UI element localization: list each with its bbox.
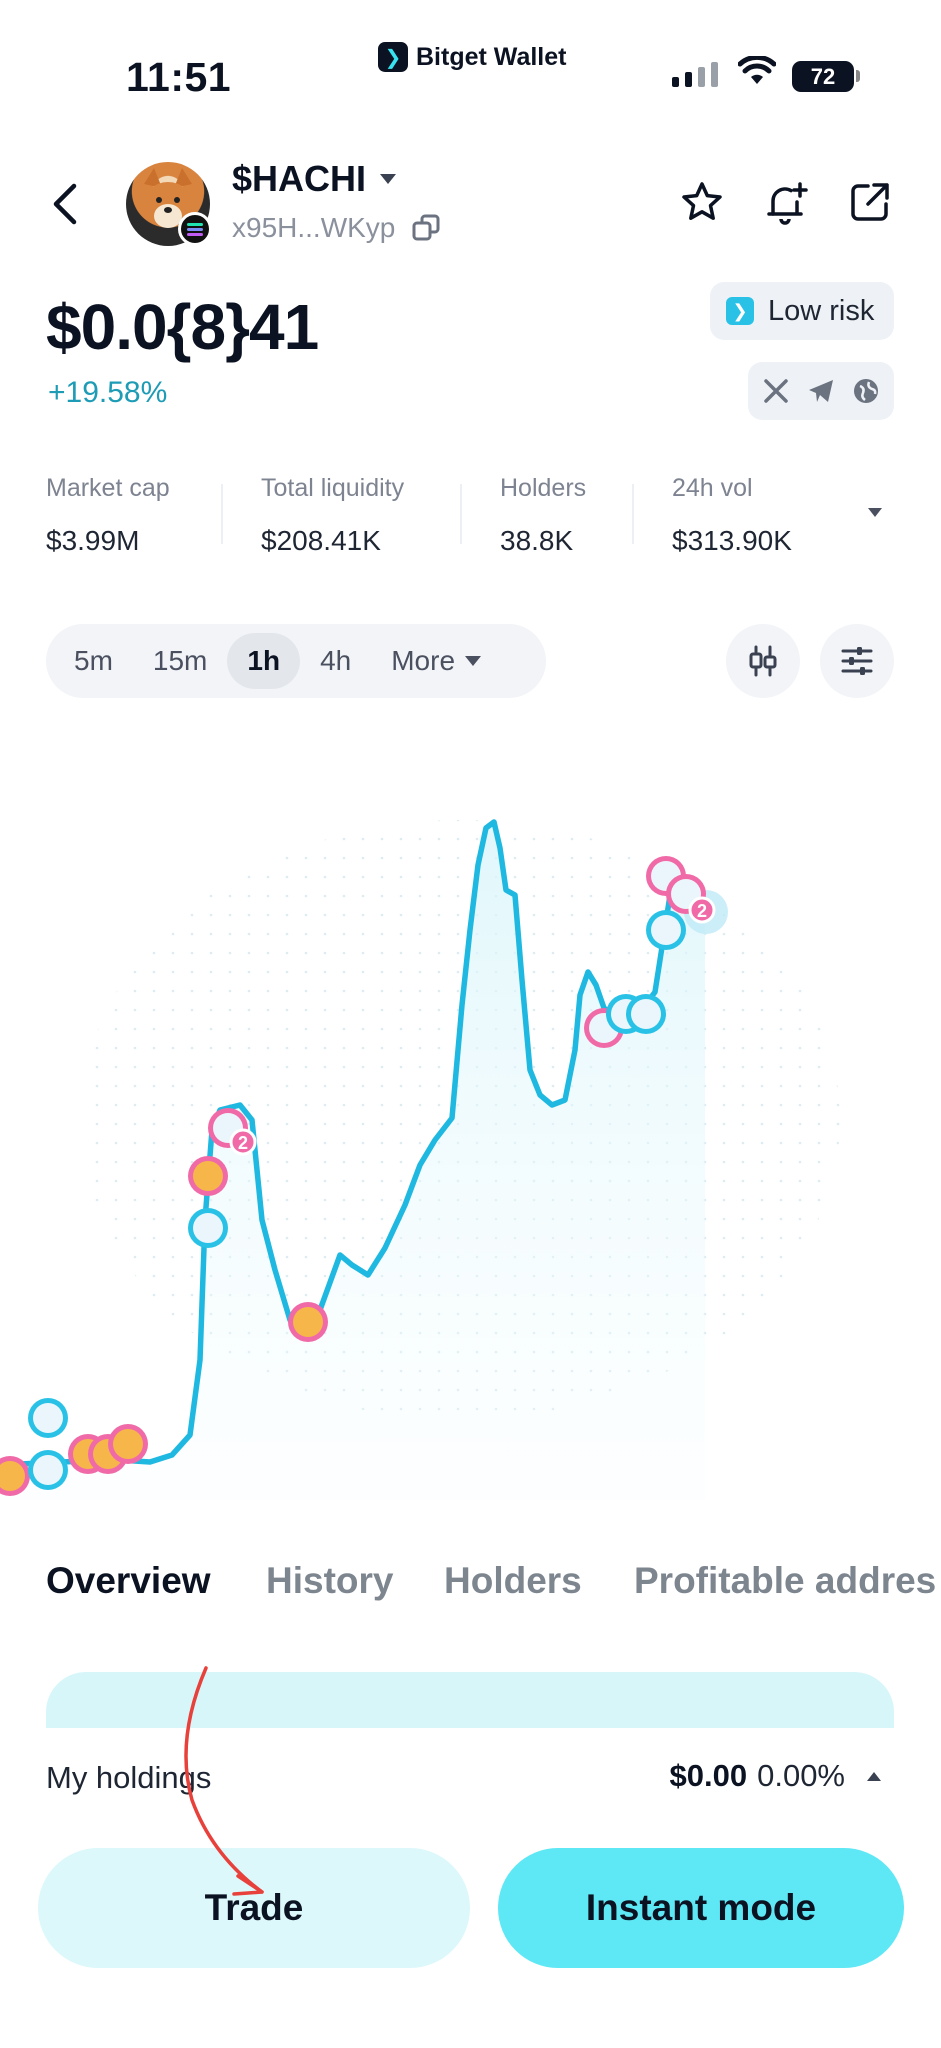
battery-icon: 72 xyxy=(792,61,854,92)
count-badge-label: 2 xyxy=(697,901,707,921)
interval-5m[interactable]: 5m xyxy=(54,633,133,689)
chevron-down-icon xyxy=(380,174,397,184)
buy-marker-icon xyxy=(28,1450,68,1490)
shield-check-icon: ❯ xyxy=(726,297,754,325)
instant-mode-button[interactable]: Instant mode xyxy=(498,1848,904,1968)
stat-label: Total liquidity xyxy=(261,474,405,502)
chevron-up-icon xyxy=(867,1771,881,1781)
sliders-icon xyxy=(841,647,873,675)
token-address: x95H...WKyp xyxy=(232,212,396,243)
star-icon[interactable] xyxy=(680,180,724,224)
holdings-summary[interactable]: $0.00 0.00% xyxy=(670,1758,881,1794)
add-alert-bell-icon[interactable] xyxy=(764,180,810,226)
bitget-logo-icon: ❯ xyxy=(378,42,408,72)
interval-more-label: More xyxy=(391,645,456,676)
holdings-label: My holdings xyxy=(46,1760,212,1795)
interval-15m[interactable]: 15m xyxy=(133,633,227,689)
interval-selector: 5m 15m 1h 4h More xyxy=(46,624,546,698)
social-links xyxy=(748,362,894,420)
chart-settings-button[interactable] xyxy=(820,624,894,698)
app-brand: ❯ Bitget Wallet xyxy=(378,42,566,72)
stat-market-cap: Market cap $3.99M xyxy=(46,474,170,557)
stat-total-liquidity: Total liquidity $208.41K xyxy=(261,474,404,557)
token-selector[interactable]: $HACHI xyxy=(232,158,397,200)
status-time: 11:51 xyxy=(126,54,232,100)
sell-marker-icon xyxy=(108,1424,148,1464)
app-brand-label: Bitget Wallet xyxy=(416,42,567,71)
token-price: $0.0{8}41 xyxy=(46,291,319,363)
price-chart[interactable]: 2 2 xyxy=(0,780,941,1500)
buy-marker-icon xyxy=(646,910,686,950)
sell-marker-icon xyxy=(288,1302,328,1342)
trade-button[interactable]: Trade xyxy=(38,1848,470,1968)
battery-level: 72 xyxy=(810,63,836,89)
share-icon[interactable] xyxy=(848,180,892,224)
telegram-icon[interactable] xyxy=(807,378,835,404)
expand-stats-icon[interactable] xyxy=(868,508,882,517)
stat-24h-vol: 24h vol $313.90K xyxy=(672,474,792,557)
token-address-row: x95H...WKyp xyxy=(232,212,441,244)
tab-holders[interactable]: Holders xyxy=(444,1560,582,1602)
buy-marker-icon xyxy=(626,994,666,1034)
stat-value: 38.8K xyxy=(500,525,574,556)
stat-label: Market cap xyxy=(46,474,170,502)
globe-icon[interactable] xyxy=(853,378,879,404)
stat-value: $208.41K xyxy=(261,525,381,556)
tab-overview[interactable]: Overview xyxy=(46,1560,211,1602)
count-badge: 2 xyxy=(688,896,716,924)
stat-holders: Holders 38.8K xyxy=(500,474,586,557)
buy-marker-icon xyxy=(188,1208,228,1248)
divider xyxy=(221,484,223,544)
back-arrow-icon[interactable] xyxy=(50,182,80,226)
interval-4h[interactable]: 4h xyxy=(300,633,371,689)
candlestick-toggle-button[interactable] xyxy=(726,624,800,698)
cellular-signal-icon xyxy=(672,62,718,87)
chevron-down-icon xyxy=(465,656,482,666)
stat-label: 24h vol xyxy=(672,474,753,502)
interval-more[interactable]: More xyxy=(371,633,501,689)
stat-value: $313.90K xyxy=(672,525,792,556)
wifi-icon xyxy=(738,56,776,84)
candlestick-icon xyxy=(749,645,777,677)
x-icon[interactable] xyxy=(763,378,789,404)
stat-label: Holders xyxy=(500,474,587,502)
price-change: +19.58% xyxy=(48,376,168,409)
stat-value: $3.99M xyxy=(46,525,140,556)
count-badge-label: 2 xyxy=(238,1133,248,1153)
tab-profitable-addresses[interactable]: Profitable addres xyxy=(634,1560,936,1602)
tab-history[interactable]: History xyxy=(266,1560,393,1602)
risk-badge[interactable]: ❯ Low risk xyxy=(710,282,895,340)
holdings-percent: 0.00% xyxy=(757,1758,845,1793)
interval-1h[interactable]: 1h xyxy=(227,633,301,689)
divider xyxy=(460,484,462,544)
promo-banner[interactable] xyxy=(46,1672,894,1728)
copy-icon[interactable] xyxy=(411,213,441,243)
battery-tip xyxy=(856,70,860,82)
solana-chain-icon xyxy=(178,212,212,246)
sell-marker-icon xyxy=(188,1156,228,1196)
divider xyxy=(632,484,634,544)
count-badge: 2 xyxy=(229,1128,257,1156)
token-name: $HACHI xyxy=(232,158,367,199)
buy-marker-icon xyxy=(28,1398,68,1438)
holdings-value: $0.00 xyxy=(669,1758,748,1793)
risk-label: Low risk xyxy=(768,294,875,327)
